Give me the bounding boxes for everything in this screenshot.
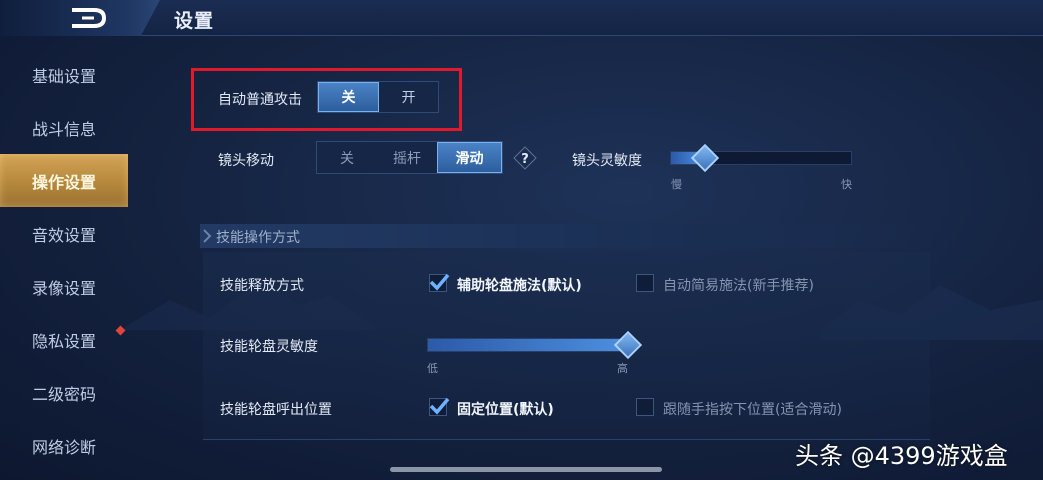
auto-attack-toggle: 关 开 — [317, 81, 439, 113]
sidebar-item-recording[interactable]: 录像设置 — [0, 260, 128, 313]
release-mode-simple-label: 自动简易施法(新手推荐) — [663, 278, 814, 294]
checkmark-icon — [429, 273, 450, 291]
wheel-position-label: 技能轮盘呼出位置 — [220, 402, 332, 418]
wheel-sensitivity-slider[interactable] — [427, 330, 643, 360]
sidebar-item-battle-info[interactable]: 战斗信息 — [0, 101, 128, 154]
wheel-position-follow-label: 跟随手指按下位置(适合滑动) — [663, 402, 842, 418]
wheel-sensitivity-fill — [428, 339, 628, 351]
wheel-sensitivity-label: 技能轮盘灵敏度 — [220, 339, 318, 355]
release-mode-assist-checkbox[interactable] — [429, 273, 450, 292]
release-mode-assist-label: 辅助轮盘施法(默认) — [457, 278, 582, 294]
auto-attack-off-button[interactable]: 关 — [318, 82, 379, 112]
sidebar-item-label: 二级密码 — [31, 384, 96, 404]
checkmark-icon — [429, 397, 450, 415]
release-mode-simple-checkbox[interactable] — [636, 274, 654, 292]
auto-attack-label: 自动普通攻击 — [218, 92, 302, 108]
auto-attack-on-button[interactable]: 开 — [379, 82, 438, 112]
sidebar-item-label: 基础设置 — [31, 66, 96, 86]
sidebar-item-network-diagnosis[interactable]: 网络诊断 — [0, 419, 128, 472]
sidebar-item-label: 网络诊断 — [31, 437, 96, 457]
release-mode-label: 技能释放方式 — [220, 278, 304, 294]
wheel-position-follow-checkbox[interactable] — [636, 398, 654, 416]
camera-sensitivity-max-label: 快 — [841, 178, 852, 191]
wheel-position-fixed-label: 固定位置(默认) — [457, 402, 554, 418]
section-title: 技能操作方式 — [216, 230, 300, 246]
sidebar-item-audio[interactable]: 音效设置 — [0, 207, 128, 260]
sidebar-item-controls[interactable]: 操作设置 — [0, 154, 128, 207]
sidebar-item-label: 隐私设置 — [31, 331, 96, 351]
camera-sensitivity-min-label: 慢 — [671, 178, 682, 191]
help-icon-glyph: ? — [521, 152, 529, 167]
sidebar-item-secondary-password[interactable]: 二级密码 — [0, 366, 128, 419]
camera-move-swipe-button[interactable]: 滑动 — [437, 142, 502, 173]
camera-move-joystick-button[interactable]: 摇杆 — [377, 142, 437, 173]
wheel-sensitivity-min-label: 低 — [427, 362, 438, 375]
section-header — [200, 224, 930, 248]
watermark: 头条 @4399游戏盒 — [795, 442, 1008, 470]
wheel-position-fixed-checkbox[interactable] — [429, 397, 450, 416]
home-indicator[interactable] — [390, 467, 662, 472]
chevron-right-icon — [203, 229, 212, 243]
sidebar: 基础设置 战斗信息 操作设置 音效设置 录像设置 隐私设置 二级密码 网络诊断 — [0, 48, 128, 472]
sidebar-item-label: 录像设置 — [31, 278, 96, 298]
camera-sensitivity-label: 镜头灵敏度 — [572, 153, 642, 169]
back-button[interactable] — [0, 0, 160, 36]
sidebar-item-label: 战斗信息 — [31, 119, 96, 139]
sidebar-item-label: 音效设置 — [31, 225, 96, 245]
sidebar-item-privacy[interactable]: 隐私设置 — [0, 313, 128, 366]
sidebar-item-label: 操作设置 — [31, 172, 96, 192]
wheel-sensitivity-max-label: 高 — [617, 362, 628, 375]
sidebar-item-basic[interactable]: 基础设置 — [0, 48, 128, 101]
camera-move-off-button[interactable]: 关 — [317, 142, 377, 173]
camera-move-label: 镜头移动 — [218, 153, 274, 169]
page-title: 设置 — [174, 10, 215, 32]
notification-dot-icon — [115, 325, 126, 336]
back-arrow-icon — [72, 8, 107, 28]
camera-move-toggle: 关 摇杆 滑动 — [316, 141, 503, 174]
help-icon[interactable]: ? — [513, 146, 537, 170]
camera-sensitivity-slider[interactable] — [670, 143, 852, 173]
